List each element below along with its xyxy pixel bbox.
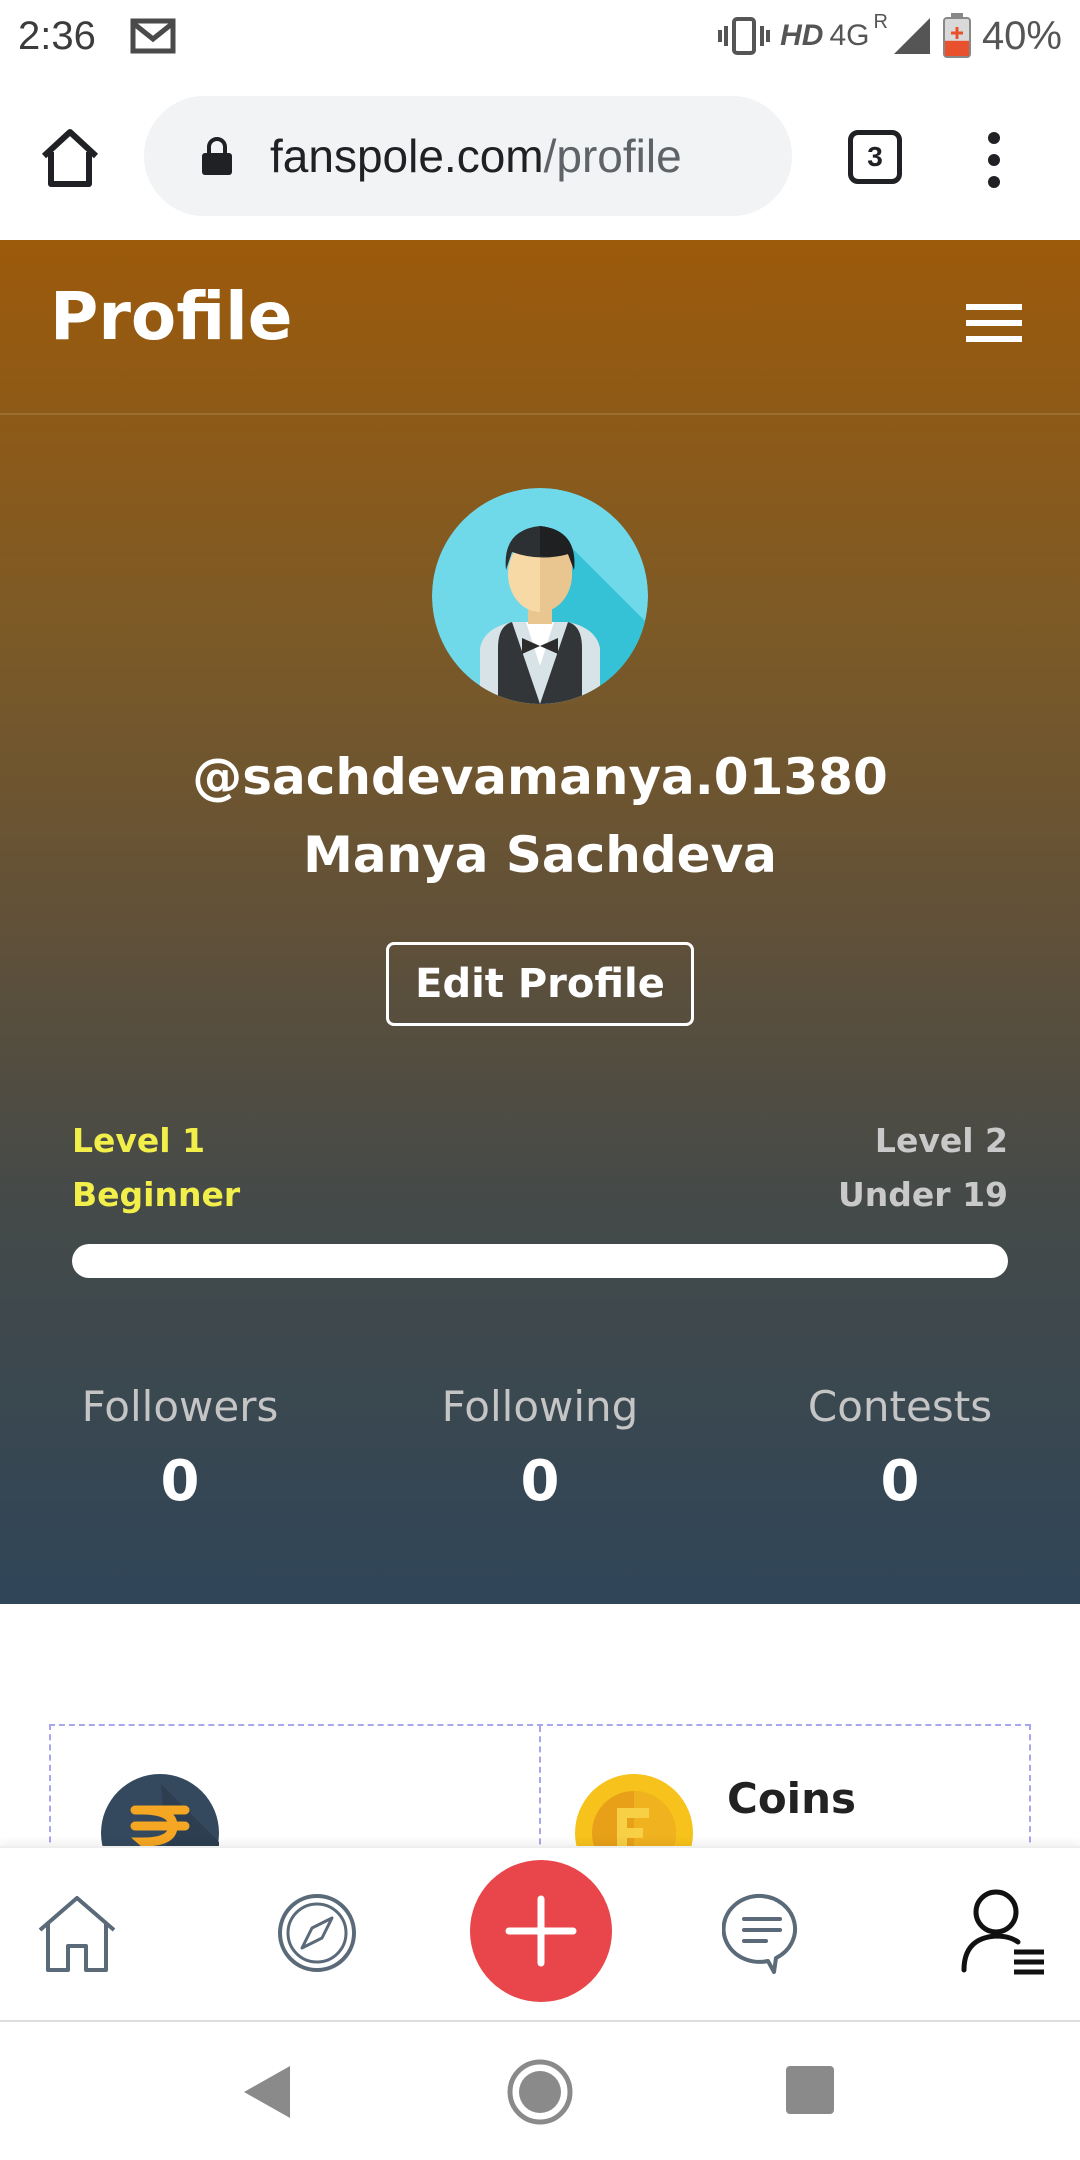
bottom-navigation bbox=[0, 1846, 1080, 2020]
profile-full-name: Manya Sachdeva bbox=[303, 826, 777, 884]
next-level: Level 2 Under 19 bbox=[838, 1114, 1008, 1222]
gmail-icon bbox=[130, 18, 176, 54]
recents-icon[interactable] bbox=[786, 2066, 834, 2114]
url-host: fanspole.com bbox=[270, 130, 544, 182]
stat-label: Followers bbox=[81, 1382, 279, 1431]
stat-value: 0 bbox=[160, 1449, 200, 1514]
address-bar[interactable]: fanspole.com/profile bbox=[144, 96, 792, 216]
stat-label: Contests bbox=[807, 1382, 993, 1431]
stat-label: Following bbox=[441, 1382, 639, 1431]
network-gen-label: 4G bbox=[829, 19, 870, 52]
lock-icon bbox=[202, 137, 232, 175]
chat-icon[interactable] bbox=[722, 1892, 802, 1976]
explore-icon[interactable] bbox=[276, 1892, 358, 1974]
system-home-icon[interactable] bbox=[506, 2058, 574, 2126]
screen: 2:36 HD 4G R 40% fanspole.com /profile 3… bbox=[0, 0, 1080, 2160]
battery-percent: 40% bbox=[981, 13, 1062, 58]
back-icon[interactable] bbox=[242, 2064, 292, 2120]
status-time: 2:36 bbox=[18, 13, 96, 58]
profile-section: Profile @sachdevamanya.01380 Manya Sachd… bbox=[0, 240, 1080, 1604]
home-icon[interactable] bbox=[34, 1890, 120, 1976]
page-header: Profile bbox=[0, 240, 1080, 415]
current-level-label: Level 1 bbox=[72, 1121, 206, 1160]
next-level-label: Level 2 bbox=[874, 1121, 1008, 1160]
status-bar: 2:36 HD 4G R 40% bbox=[0, 0, 1080, 72]
url-path: /profile bbox=[543, 130, 682, 182]
network-hd-label: HD bbox=[780, 19, 824, 52]
stat-value: 0 bbox=[520, 1449, 560, 1514]
stat-followers[interactable]: Followers 0 bbox=[30, 1382, 330, 1514]
level-progress-bar bbox=[72, 1244, 1008, 1278]
profile-handle: @sachdevamanya.01380 bbox=[192, 748, 888, 806]
status-indicators: HD 4G R 40% bbox=[718, 10, 1062, 59]
home-icon[interactable] bbox=[38, 126, 102, 190]
add-icon bbox=[505, 1895, 577, 1967]
system-navigation bbox=[0, 2020, 1080, 2160]
profile-menu-icon[interactable] bbox=[960, 1886, 1046, 1976]
coins-label: Coins bbox=[727, 1774, 856, 1823]
stat-following[interactable]: Following 0 bbox=[390, 1382, 690, 1514]
overflow-menu-icon[interactable] bbox=[982, 130, 1006, 190]
page-title: Profile bbox=[50, 278, 293, 355]
edit-profile-button[interactable]: Edit Profile bbox=[386, 942, 694, 1026]
browser-toolbar: fanspole.com/profile 3 bbox=[0, 72, 1080, 240]
current-level-title: Beginner bbox=[72, 1175, 241, 1214]
tab-switcher-button[interactable]: 3 bbox=[848, 130, 902, 184]
current-level: Level 1 Beginner bbox=[72, 1114, 240, 1222]
battery-icon bbox=[942, 13, 971, 58]
stat-contests[interactable]: Contests 0 bbox=[750, 1382, 1050, 1514]
signal-icon bbox=[893, 18, 930, 54]
waiter-avatar-icon[interactable] bbox=[432, 488, 648, 704]
roaming-label: R bbox=[873, 10, 888, 33]
vibrate-icon bbox=[718, 17, 771, 55]
stat-value: 0 bbox=[880, 1449, 920, 1514]
next-level-title: Under 19 bbox=[838, 1175, 1008, 1214]
tab-count-label: 3 bbox=[867, 141, 883, 172]
add-button[interactable] bbox=[470, 1860, 612, 2002]
hamburger-icon[interactable] bbox=[966, 300, 1022, 346]
